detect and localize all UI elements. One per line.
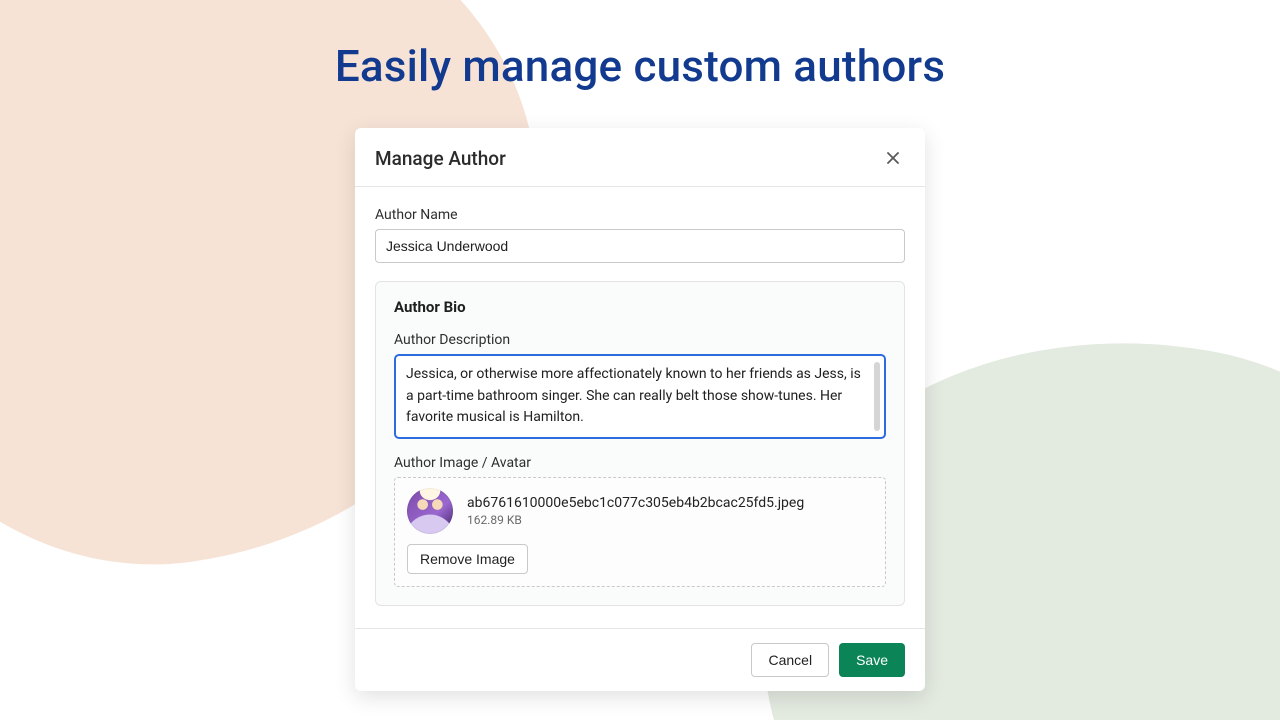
- author-bio-title: Author Bio: [394, 298, 886, 316]
- author-name-input[interactable]: [375, 229, 905, 263]
- modal-header: Manage Author: [355, 128, 925, 187]
- page-headline: Easily manage custom authors: [0, 40, 1280, 92]
- uploaded-file-name: ab6761610000e5ebc1c077c305eb4b2bcac25fd5…: [467, 495, 804, 511]
- author-name-label: Author Name: [375, 207, 905, 223]
- author-bio-card: Author Bio Author Description Jessica, o…: [375, 281, 905, 606]
- uploaded-file-size: 162.89 KB: [467, 513, 804, 527]
- author-description-textarea[interactable]: Jessica, or otherwise more affectionatel…: [394, 354, 886, 439]
- close-button[interactable]: [881, 146, 905, 170]
- manage-author-modal: Manage Author Author Name Author Bio Aut…: [355, 128, 925, 691]
- remove-image-button[interactable]: Remove Image: [407, 544, 528, 574]
- author-description-text: Jessica, or otherwise more affectionatel…: [406, 364, 868, 429]
- author-image-label: Author Image / Avatar: [394, 455, 886, 471]
- cancel-button[interactable]: Cancel: [751, 643, 829, 677]
- textarea-scrollbar[interactable]: [874, 362, 880, 431]
- modal-body: Author Name Author Bio Author Descriptio…: [355, 187, 925, 628]
- modal-title: Manage Author: [375, 147, 506, 170]
- author-image-upload: ab6761610000e5ebc1c077c305eb4b2bcac25fd5…: [394, 477, 886, 587]
- author-description-label: Author Description: [394, 332, 886, 348]
- save-button[interactable]: Save: [839, 643, 905, 677]
- modal-footer: Cancel Save: [355, 628, 925, 691]
- avatar: [407, 488, 453, 534]
- close-icon: [885, 150, 901, 166]
